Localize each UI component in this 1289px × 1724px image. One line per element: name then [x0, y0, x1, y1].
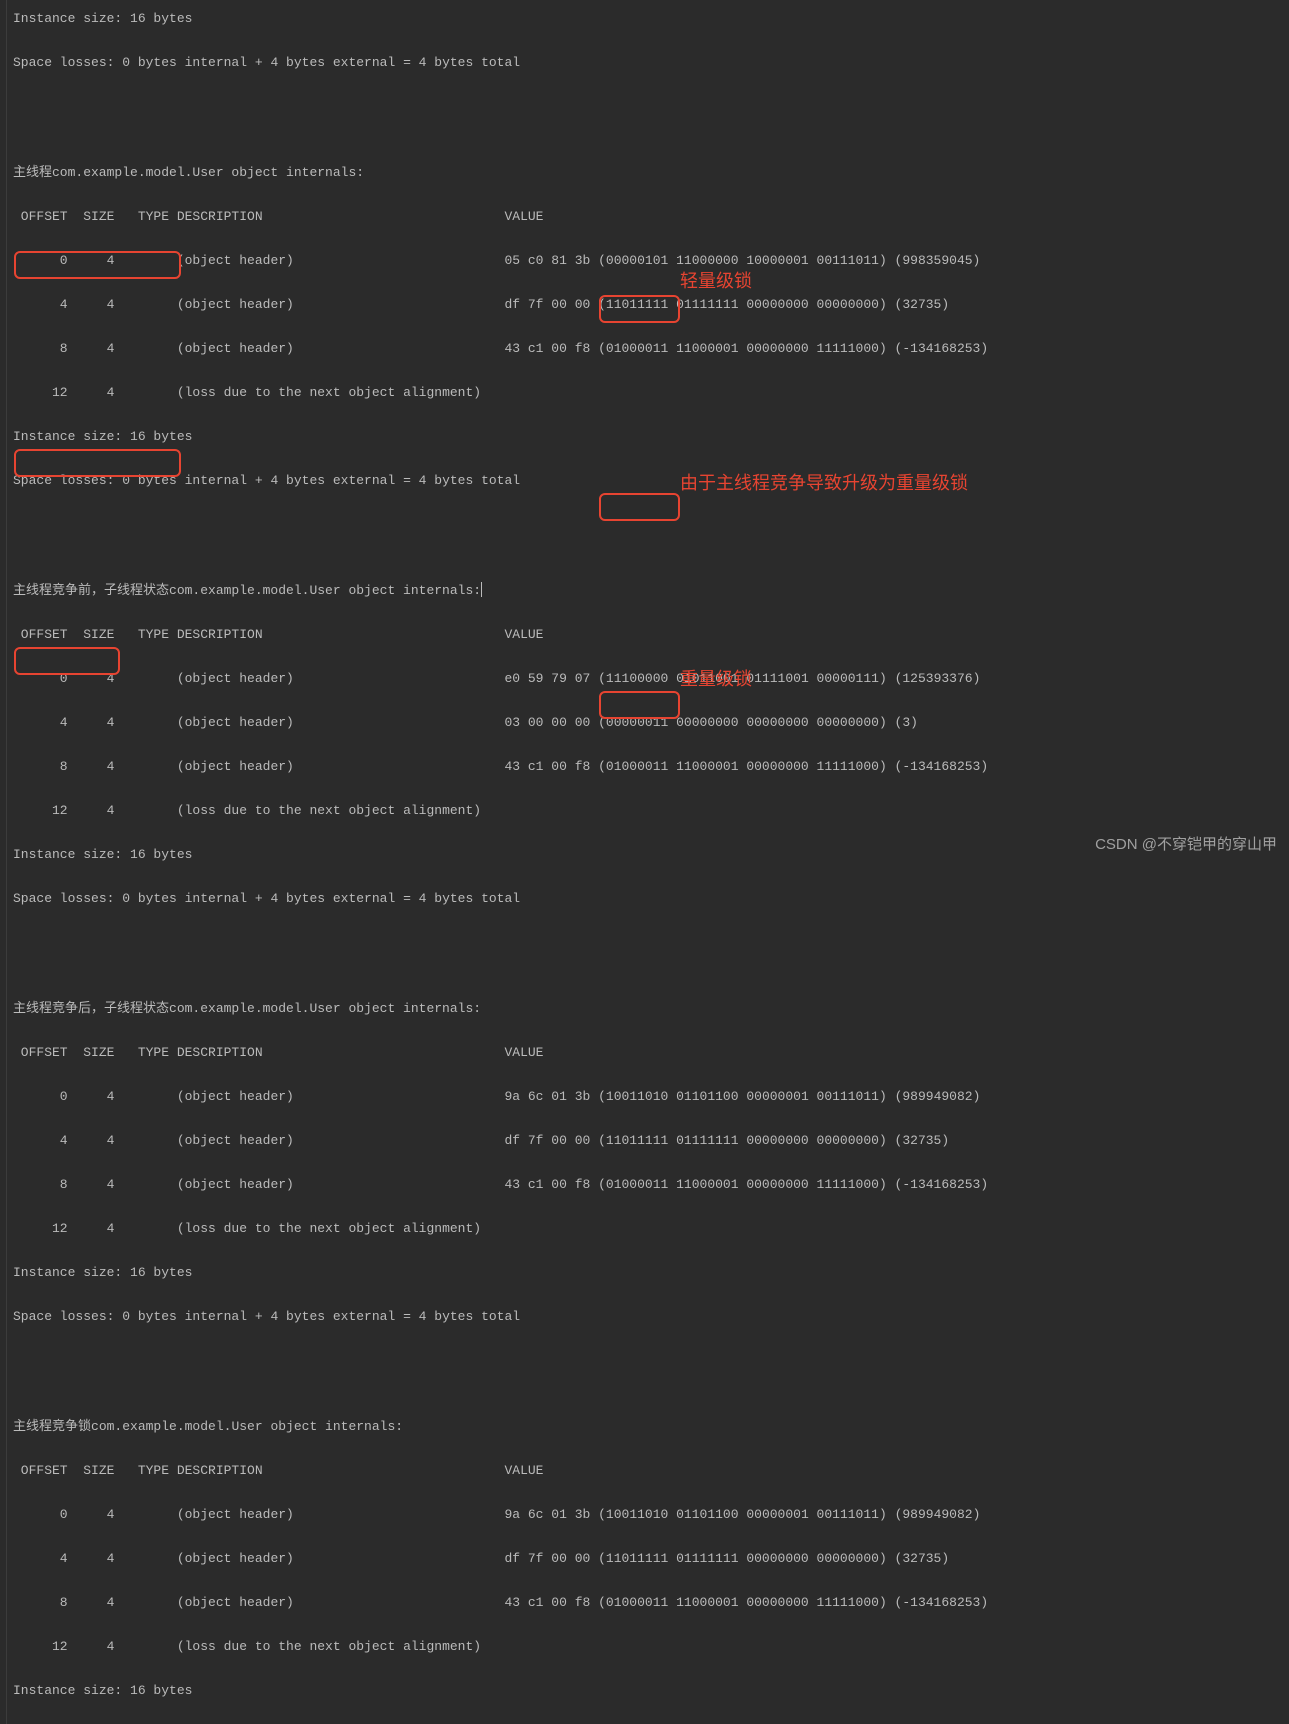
- console-line: 4 4 (object header) 03 00 00 00 (0000001…: [13, 712, 988, 734]
- label-main-lock: 主线程竞争锁: [13, 1419, 91, 1434]
- label-after-compete: 主线程竞争后，子线程状态: [13, 1001, 169, 1016]
- console-line: 0 4 (object header) 9a 6c 01 3b (1001101…: [13, 1086, 988, 1108]
- console-line: 12 4 (loss due to the next object alignm…: [13, 1636, 988, 1658]
- label-tail: com.example.model.User object internals:: [91, 1419, 403, 1434]
- console-line: Space losses: 0 bytes internal + 4 bytes…: [13, 1306, 988, 1328]
- console-line: 12 4 (loss due to the next object alignm…: [13, 1218, 988, 1240]
- console-line: 8 4 (object header) 43 c1 00 f8 (0100001…: [13, 756, 988, 778]
- console-line: 4 4 (object header) df 7f 00 00 (1101111…: [13, 1130, 988, 1152]
- console-line: 8 4 (object header) 43 c1 00 f8 (0100001…: [13, 338, 988, 360]
- console-line: Instance size: 16 bytes: [13, 8, 988, 30]
- label-tail: com.example.model.User object internals:: [169, 1001, 481, 1016]
- text-cursor: [481, 582, 482, 597]
- console-line: Instance size: 16 bytes: [13, 1262, 988, 1284]
- block-title: 主线程竞争后，子线程状态com.example.model.User objec…: [13, 998, 988, 1020]
- console-line: 0 4 (object header) 05 c0 81 3b (0000010…: [13, 250, 988, 272]
- console-line: Instance size: 16 bytes: [13, 1680, 988, 1702]
- column-header: OFFSET SIZE TYPE DESCRIPTION VALUE: [13, 1460, 988, 1482]
- block-title: 主线程竞争前，子线程状态com.example.model.User objec…: [13, 580, 988, 602]
- watermark: CSDN @不穿铠甲的穿山甲: [1095, 833, 1277, 854]
- bin-highlight: (10011010: [598, 1507, 668, 1522]
- column-header: OFFSET SIZE TYPE DESCRIPTION VALUE: [13, 206, 988, 228]
- console-line: 0 4 (object header) 9a 6c 01 3b (1001101…: [13, 1504, 988, 1526]
- console-line: [13, 1350, 988, 1372]
- console-line: 4 4 (object header) df 7f 00 00 (1101111…: [13, 294, 988, 316]
- console-line: [13, 932, 988, 954]
- console-line: 12 4 (loss due to the next object alignm…: [13, 382, 988, 404]
- bin-highlight: (11100000: [598, 671, 668, 686]
- label-before-compete: 主线程竞争前，子线程状态: [13, 583, 169, 598]
- console-line: Instance size: 16 bytes: [13, 426, 988, 448]
- console-line: 0 4 (object header) e0 59 79 07 (1110000…: [13, 668, 988, 690]
- console-output: Instance size: 16 bytes Space losses: 0 …: [6, 0, 988, 1724]
- block-title: 主线程竞争锁com.example.model.User object inte…: [13, 1416, 988, 1438]
- console-line: Space losses: 0 bytes internal + 4 bytes…: [13, 888, 988, 910]
- column-header: OFFSET SIZE TYPE DESCRIPTION VALUE: [13, 624, 988, 646]
- console-line: 4 4 (object header) df 7f 00 00 (1101111…: [13, 1548, 988, 1570]
- console-line: [13, 514, 988, 536]
- console-line: Instance size: 16 bytes: [13, 844, 988, 866]
- console-line: [13, 96, 988, 118]
- label-tail: com.example.model.User object internals:: [169, 583, 481, 598]
- console-line: Space losses: 0 bytes internal + 4 bytes…: [13, 52, 988, 74]
- console-line: 12 4 (loss due to the next object alignm…: [13, 800, 988, 822]
- console-line: 8 4 (object header) 43 c1 00 f8 (0100001…: [13, 1592, 988, 1614]
- console-line: Space losses: 0 bytes internal + 4 bytes…: [13, 470, 988, 492]
- block-title: 主线程com.example.model.User object interna…: [13, 162, 988, 184]
- bin-highlight: (10011010: [598, 1089, 668, 1104]
- column-header: OFFSET SIZE TYPE DESCRIPTION VALUE: [13, 1042, 988, 1064]
- console-line: 8 4 (object header) 43 c1 00 f8 (0100001…: [13, 1174, 988, 1196]
